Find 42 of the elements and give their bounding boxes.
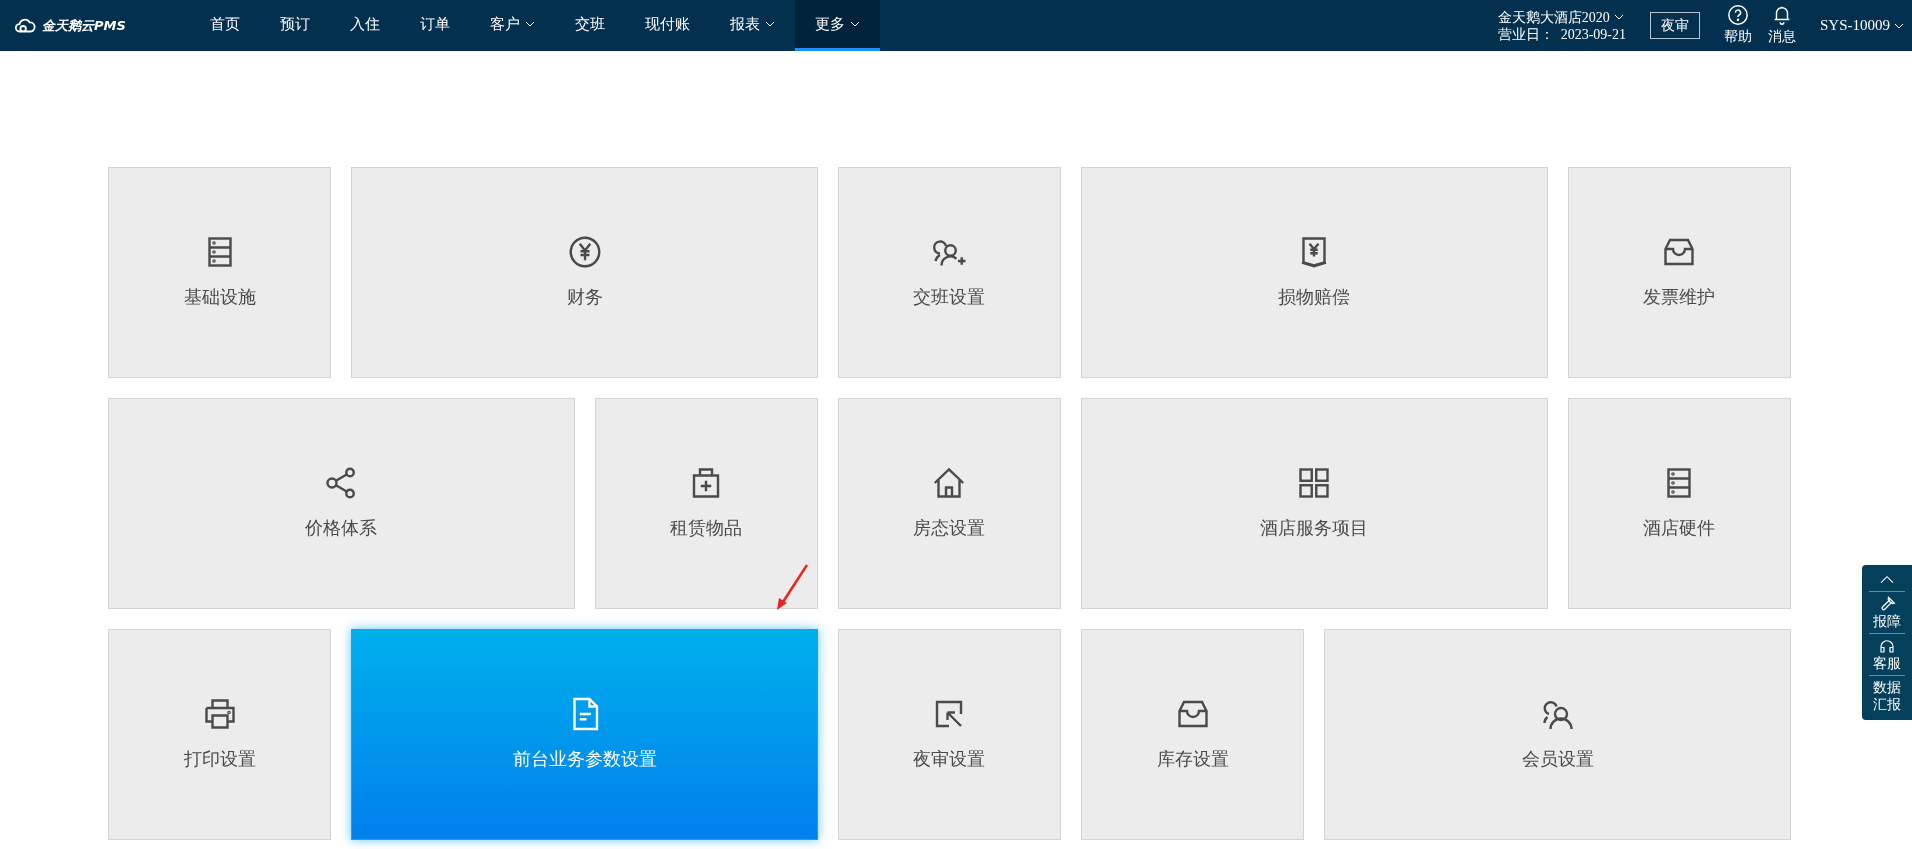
nav-tab[interactable]: 现付账 [625,0,710,51]
chevron-down-icon [850,21,860,27]
nav-tab[interactable]: 首页 [190,0,260,51]
settings-tile[interactable]: 会员设置 [1324,629,1791,840]
nav-tab[interactable]: 报表 [710,0,795,51]
user-menu[interactable]: SYS-10009 [1820,14,1890,37]
settings-tile[interactable]: 损物赔偿 [1081,167,1548,378]
headset-icon [1878,637,1896,655]
chevron-down-icon [765,21,775,27]
brand-name: 金天鹅云PMS [42,16,126,35]
help-button[interactable]: 帮助 [1724,4,1752,47]
nav-tab[interactable]: 交班 [555,0,625,51]
nav-tab[interactable]: 预订 [260,0,330,51]
side-panel-button[interactable]: 数据汇报 [1869,676,1905,716]
settings-tile[interactable]: 夜审设置 [837,629,1062,840]
nav-tab[interactable]: 更多 [795,0,880,51]
chevron-down-icon [1613,14,1624,20]
nav-tab[interactable]: 入住 [330,0,400,51]
wrench-icon [1878,595,1896,613]
nav-tab[interactable]: 客户 [470,0,555,51]
side-panel-button[interactable]: 报障 [1869,592,1905,633]
business-day: 营业日： 2023-09-21 [1497,25,1626,43]
settings-tile[interactable]: 价格体系 [108,398,575,609]
chevron-down-icon [1894,22,1904,29]
settings-tile[interactable]: 酒店硬件 [1567,398,1791,609]
settings-tile[interactable]: 发票维护 [1567,167,1791,378]
settings-tile[interactable]: 交班设置 [837,167,1062,378]
settings-tile[interactable]: 打印设置 [108,629,332,840]
nav-tab[interactable]: 订单 [400,0,470,51]
settings-tile[interactable]: 基础设施 [108,167,332,378]
settings-tile[interactable]: 房态设置 [837,398,1062,609]
hotel-name[interactable]: 金天鹅大酒店2020 [1497,8,1610,26]
side-panel-button[interactable]: 客服 [1869,634,1905,675]
settings-tile[interactable]: 酒店服务项目 [1081,398,1548,609]
help-icon [1727,4,1749,26]
settings-tile[interactable]: 财务 [351,167,818,378]
settings-tile[interactable]: 库存设置 [1081,629,1305,840]
chevron-down-icon [525,21,535,27]
annotation-arrow [776,563,810,611]
settings-tile[interactable]: 租赁物品 [594,398,818,609]
night-audit-button[interactable]: 夜审 [1650,12,1700,39]
messages-button[interactable]: 消息 [1768,4,1796,47]
